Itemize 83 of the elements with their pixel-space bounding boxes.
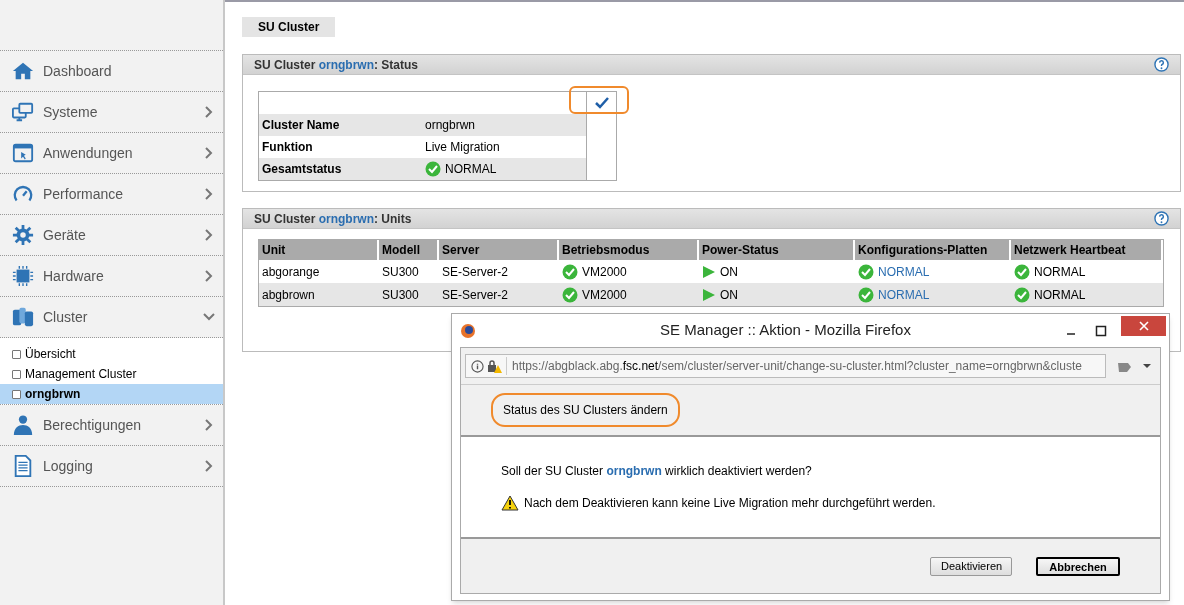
nav-subitem[interactable]: orngbrwn bbox=[0, 384, 223, 404]
nav-item[interactable]: Performance bbox=[0, 174, 223, 215]
status-link[interactable]: NORMAL bbox=[878, 262, 930, 281]
column-header: Betriebsmodus bbox=[559, 240, 699, 260]
browser-logo-icon bbox=[460, 322, 476, 339]
panel-title: SU Cluster orngbrwn: Status bbox=[254, 56, 419, 74]
column-header: Power-Status bbox=[699, 240, 855, 260]
warning-icon bbox=[501, 495, 519, 511]
help-icon[interactable] bbox=[1154, 57, 1169, 72]
table-cell-text: SU300 bbox=[382, 286, 419, 304]
status-text: NORMAL bbox=[1034, 263, 1086, 281]
user-icon bbox=[12, 414, 34, 436]
panel-title: SU Cluster orngbrwn: Units bbox=[254, 210, 412, 228]
chevron-right-icon bbox=[203, 270, 215, 282]
chevron-right-icon bbox=[203, 229, 215, 241]
status-text: NORMAL bbox=[445, 161, 497, 178]
check-circle-icon bbox=[858, 263, 874, 280]
nav-item[interactable]: Anwendungen bbox=[0, 133, 223, 174]
check-circle-icon bbox=[562, 263, 578, 280]
nav-item[interactable]: Berechtigungen bbox=[0, 405, 223, 446]
table-cell-text: orngbrwn bbox=[425, 117, 476, 134]
chip-icon bbox=[12, 265, 34, 287]
field-label: Funktion bbox=[262, 139, 314, 156]
gear-icon bbox=[12, 224, 34, 246]
monitor-icon bbox=[12, 101, 34, 123]
nav-item[interactable]: Hardware bbox=[0, 256, 223, 297]
confirm-question: Soll der SU Cluster orngbrwn wirklich deaktiviert werden? bbox=[501, 463, 813, 480]
chevron-right-icon bbox=[203, 419, 215, 431]
field-label: Gesamtstatus bbox=[262, 161, 343, 178]
maximize-icon[interactable] bbox=[1095, 324, 1107, 337]
nav-item[interactable]: Dashboard bbox=[0, 51, 223, 92]
table-cell-text: abgorange bbox=[262, 263, 320, 281]
dialog-heading: Status des SU Clusters ändern bbox=[491, 393, 680, 427]
check-circle-icon bbox=[1014, 286, 1030, 303]
cylinders-icon bbox=[12, 306, 34, 328]
check-circle-icon bbox=[425, 161, 441, 177]
nav-item[interactable]: Logging bbox=[0, 446, 223, 487]
play-icon bbox=[702, 287, 716, 302]
chevron-right-icon bbox=[203, 188, 215, 200]
close-icon bbox=[1138, 320, 1149, 331]
play-icon bbox=[702, 264, 716, 279]
close-button[interactable] bbox=[1121, 315, 1166, 336]
field-label: Cluster Name bbox=[262, 117, 341, 134]
lock-warning-icon bbox=[487, 359, 503, 373]
chevron-down-icon bbox=[203, 311, 215, 323]
status-link[interactable]: NORMAL bbox=[878, 285, 930, 304]
table-cell-text: abgbrown bbox=[262, 286, 315, 304]
table-cell-text: SE-Server-2 bbox=[442, 263, 509, 281]
power-status-text: ON bbox=[720, 263, 738, 281]
url-field[interactable]: https://abgblack.abg.fsc.net/sem/cluster/server-unit/change-su-cluster.html?cluster_name=orngbrwn&cluste bbox=[465, 354, 1106, 378]
column-header: Modell bbox=[379, 240, 439, 260]
chevron-right-icon bbox=[203, 106, 215, 118]
status-text: VM2000 bbox=[582, 263, 627, 281]
column-header: Konfigurations-Platten bbox=[855, 240, 1011, 260]
table-cell-text: SE-Server-2 bbox=[442, 286, 509, 304]
nav-subitem[interactable]: Management Cluster bbox=[0, 364, 223, 384]
status-text: VM2000 bbox=[582, 286, 627, 304]
status-text: NORMAL bbox=[1034, 286, 1086, 304]
check-circle-icon bbox=[858, 286, 874, 303]
power-status-text: ON bbox=[720, 286, 738, 304]
chevron-right-icon bbox=[203, 460, 215, 472]
check-circle-icon bbox=[562, 286, 578, 303]
dropdown-caret-icon[interactable] bbox=[1142, 362, 1152, 370]
column-header: Server bbox=[439, 240, 559, 260]
nav-item[interactable]: Geräte bbox=[0, 215, 223, 256]
document-icon bbox=[12, 455, 34, 477]
nav-subitem[interactable]: Übersicht bbox=[0, 344, 223, 364]
info-icon bbox=[471, 359, 484, 373]
home-icon bbox=[12, 60, 34, 82]
chevron-right-icon bbox=[203, 147, 215, 159]
check-circle-icon bbox=[1014, 263, 1030, 280]
window-title: SE Manager :: Aktion - Mozilla Firefox bbox=[659, 320, 912, 341]
checkmark-icon[interactable] bbox=[594, 97, 609, 109]
table-cell-text: Live Migration bbox=[425, 139, 500, 156]
dialog-button[interactable]: Abbrechen bbox=[1036, 556, 1120, 576]
app-window-icon bbox=[12, 142, 34, 164]
table-cell-text: SU300 bbox=[382, 263, 419, 281]
warning-text: Nach dem Deaktivieren kann keine Live Migration mehr durchgeführt werden. bbox=[524, 495, 936, 512]
dialog-button[interactable]: Deaktivieren bbox=[930, 556, 1012, 576]
nav-item[interactable]: Systeme bbox=[0, 92, 223, 133]
column-header: Unit bbox=[259, 240, 379, 260]
column-header: Netzwerk Heartbeat bbox=[1011, 240, 1163, 260]
help-icon[interactable] bbox=[1154, 211, 1169, 226]
